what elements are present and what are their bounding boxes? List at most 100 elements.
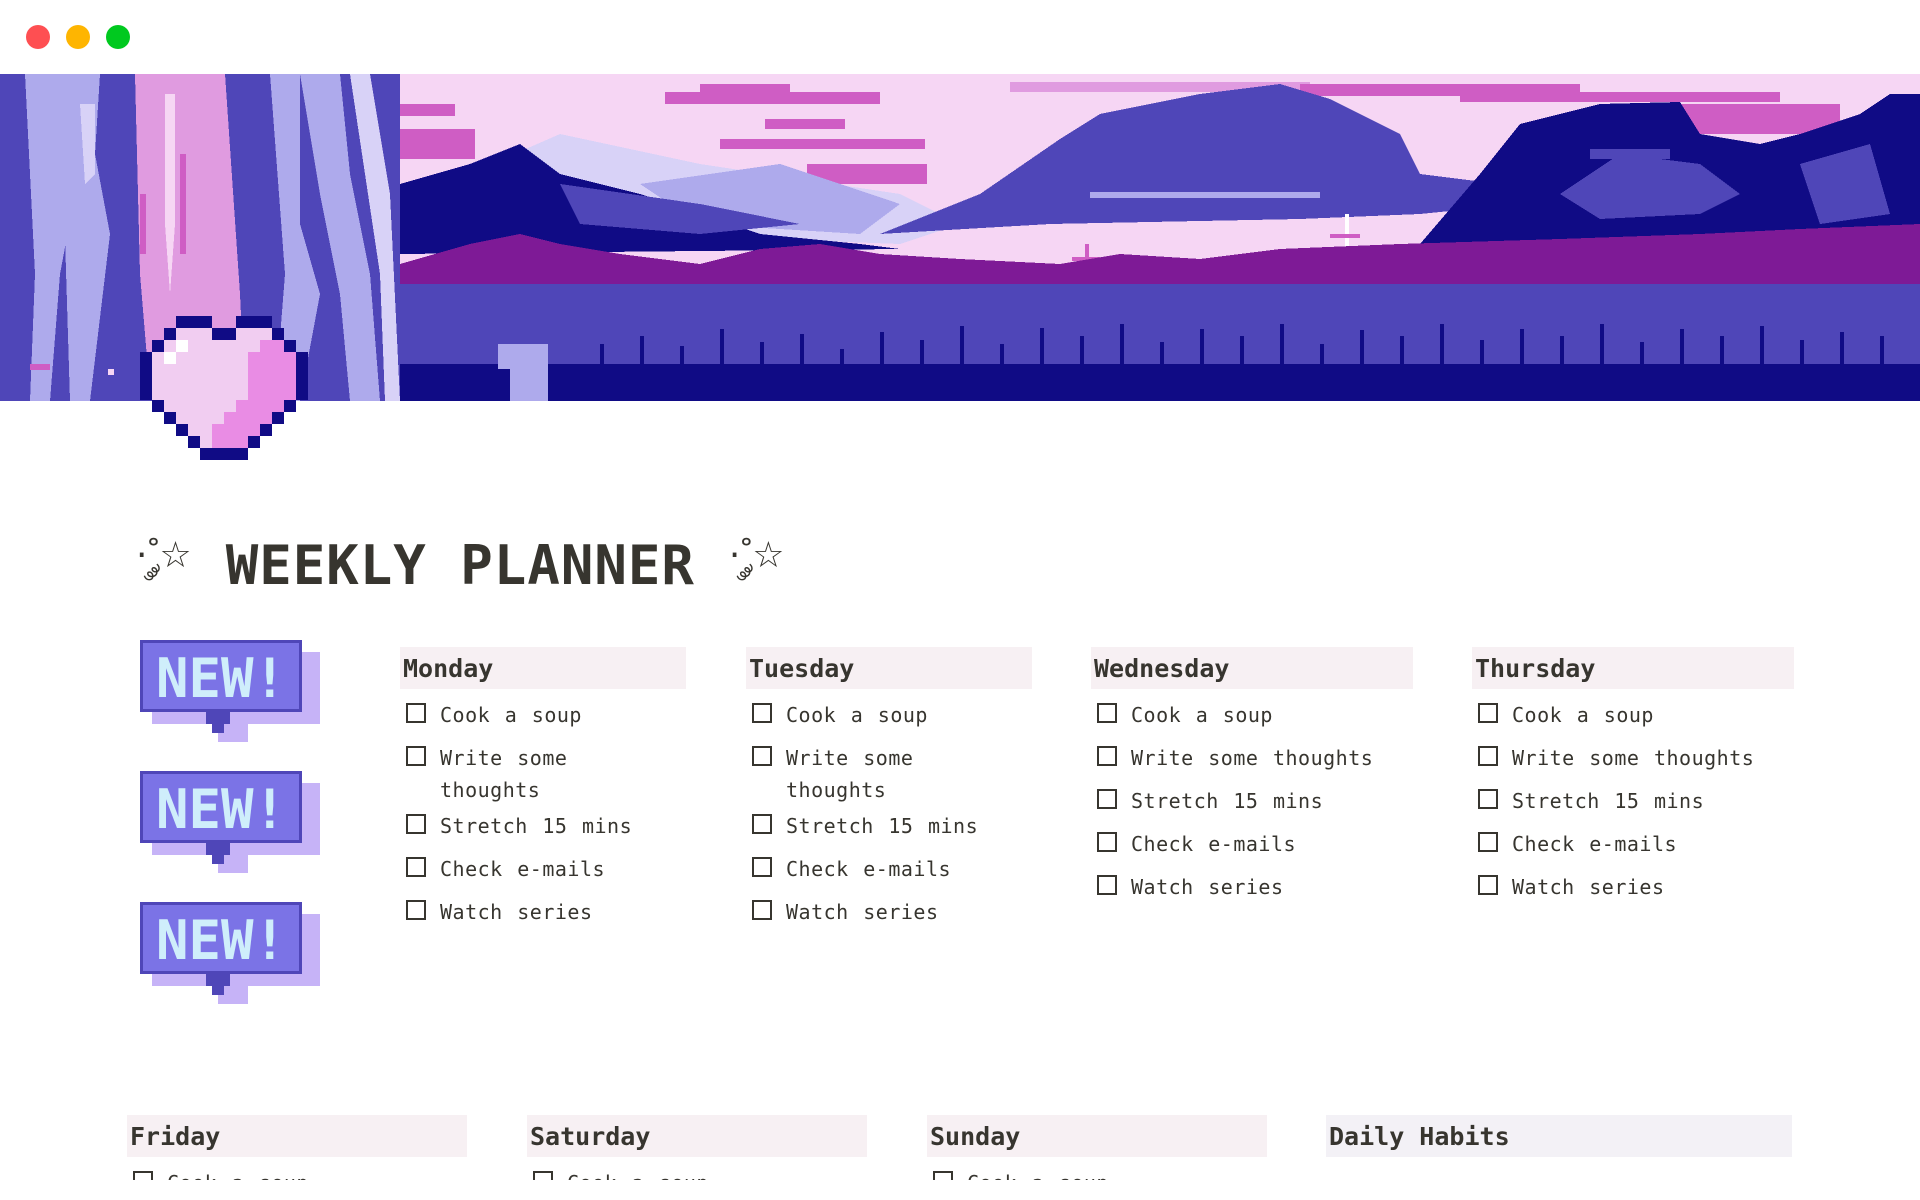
close-window-button[interactable] — [26, 25, 50, 49]
todo-checkbox[interactable] — [1478, 832, 1498, 852]
window-titlebar — [0, 0, 1920, 74]
day-header: Wednesday — [1091, 647, 1413, 689]
day-header: Monday — [400, 647, 686, 689]
day-column-monday: Monday Cook a soup Write some thoughts S… — [400, 647, 686, 935]
day-column-tuesday: Tuesday Cook a soup Write some thoughts … — [746, 647, 1032, 935]
sparkle-star-decoration-icon: ·˚༘☆ — [136, 535, 192, 576]
todo-checkbox[interactable] — [406, 746, 426, 766]
todo-checkbox[interactable] — [1478, 789, 1498, 809]
todo-checkbox[interactable] — [1097, 746, 1117, 766]
todo-label[interactable]: Check e-mails — [786, 853, 951, 885]
todo-label[interactable]: Stretch 15 mins — [1131, 785, 1323, 817]
todo-label[interactable]: Cook a soup — [1512, 699, 1654, 731]
todo-checkbox[interactable] — [752, 703, 772, 723]
todo-label[interactable]: Stretch 15 mins — [1512, 785, 1704, 817]
day-header: Sunday — [927, 1115, 1267, 1157]
day-column-thursday: Thursday Cook a soup Write some thoughts… — [1472, 647, 1794, 910]
todo-checkbox[interactable] — [1478, 875, 1498, 895]
day-heading[interactable]: Saturday — [530, 1122, 650, 1151]
sparkle-star-decoration-icon: ·˚༘☆ — [728, 535, 785, 576]
day-heading[interactable]: Friday — [130, 1122, 220, 1151]
todo-item: Check e-mails — [400, 849, 686, 892]
todo-item: Write some thoughts — [1472, 738, 1794, 781]
day-header: Saturday — [527, 1115, 867, 1157]
todo-label[interactable]: Check e-mails — [440, 853, 605, 885]
maximize-window-button[interactable] — [106, 25, 130, 49]
todo-item: Cook a soup — [746, 695, 1032, 738]
day-heading[interactable]: Tuesday — [749, 654, 854, 683]
todo-label[interactable]: Watch series — [1131, 871, 1284, 903]
todo-list: Cook a soup Write some thoughts Stretch … — [400, 695, 686, 935]
todo-checkbox[interactable] — [1097, 789, 1117, 809]
day-heading[interactable]: Monday — [403, 654, 493, 683]
todo-checkbox[interactable] — [1097, 703, 1117, 723]
day-header: Friday — [127, 1115, 467, 1157]
new-speech-bubble-sticker: NEW! — [140, 640, 320, 742]
todo-item: Stretch 15 mins — [746, 806, 1032, 849]
habits-heading[interactable]: Daily Habits — [1329, 1122, 1510, 1151]
todo-item: Stretch 15 mins — [1091, 781, 1413, 824]
todo-list: Cook a soup Write some thoughts Stretch … — [1472, 695, 1794, 910]
todo-label[interactable]: Watch series — [786, 896, 939, 928]
new-speech-bubble-sticker: NEW! — [140, 902, 320, 1004]
todo-label[interactable]: Write some thoughts — [786, 742, 936, 806]
todo-item: Check e-mails — [1472, 824, 1794, 867]
todo-item: Write some thoughts — [1091, 738, 1413, 781]
todo-checkbox[interactable] — [406, 703, 426, 723]
todo-item: Watch series — [1091, 867, 1413, 910]
todo-item: Cook a soup — [400, 695, 686, 738]
todo-item: Cook a soup — [1091, 695, 1413, 738]
todo-label[interactable]: Cook a soup — [440, 699, 582, 731]
day-heading[interactable]: Wednesday — [1094, 654, 1229, 683]
todo-label[interactable]: Watch series — [440, 896, 593, 928]
todo-label[interactable]: Cook a soup — [786, 699, 928, 731]
todo-label[interactable]: Watch series — [1512, 871, 1665, 903]
todo-item: Watch series — [746, 892, 1032, 935]
todo-item: Write some thoughts — [746, 738, 1032, 806]
page-title-text[interactable]: WEEKLY PLANNER — [226, 534, 695, 597]
todo-item: Cook a soup — [1472, 695, 1794, 738]
day-heading[interactable]: Sunday — [930, 1122, 1020, 1151]
pixel-heart-icon[interactable] — [140, 315, 308, 461]
todo-item: Watch series — [400, 892, 686, 935]
day-header: Tuesday — [746, 647, 1032, 689]
todo-item: Stretch 15 mins — [1472, 781, 1794, 824]
todo-checkbox[interactable] — [752, 857, 772, 877]
todo-checkbox[interactable] — [1097, 875, 1117, 895]
todo-label[interactable]: Stretch 15 mins — [440, 810, 632, 842]
minimize-window-button[interactable] — [66, 25, 90, 49]
todo-checkbox[interactable] — [752, 900, 772, 920]
todo-label[interactable]: Stretch 15 mins — [786, 810, 978, 842]
todo-checkbox[interactable] — [406, 814, 426, 834]
viewport-bottom-edge — [0, 1180, 1920, 1200]
todo-item: Check e-mails — [746, 849, 1032, 892]
todo-checkbox[interactable] — [406, 857, 426, 877]
todo-label[interactable]: Write some thoughts — [1512, 742, 1754, 774]
todo-label[interactable]: Cook a soup — [1131, 699, 1273, 731]
todo-checkbox[interactable] — [406, 900, 426, 920]
todo-checkbox[interactable] — [1478, 746, 1498, 766]
todo-label[interactable]: Check e-mails — [1512, 828, 1677, 860]
habits-header: Daily Habits — [1326, 1115, 1792, 1157]
day-header: Thursday — [1472, 647, 1794, 689]
todo-list: Cook a soup Write some thoughts Stretch … — [746, 695, 1032, 935]
todo-label[interactable]: Write some thoughts — [440, 742, 590, 806]
sticker-text: NEW! — [156, 909, 286, 972]
new-speech-bubble-sticker: NEW! — [140, 771, 320, 873]
todo-checkbox[interactable] — [1097, 832, 1117, 852]
todo-item: Check e-mails — [1091, 824, 1413, 867]
page-title[interactable]: ·˚༘☆ WEEKLY PLANNER ·˚༘☆ — [136, 530, 785, 600]
sticker-text: NEW! — [156, 647, 286, 710]
todo-item: Watch series — [1472, 867, 1794, 910]
day-heading[interactable]: Thursday — [1475, 654, 1595, 683]
todo-checkbox[interactable] — [752, 814, 772, 834]
todo-checkbox[interactable] — [752, 746, 772, 766]
todo-label[interactable]: Write some thoughts — [1131, 742, 1373, 774]
todo-label[interactable]: Check e-mails — [1131, 828, 1296, 860]
todo-item: Stretch 15 mins — [400, 806, 686, 849]
todo-checkbox[interactable] — [1478, 703, 1498, 723]
daily-habits-column: Daily Habits — [1326, 1115, 1792, 1157]
todo-list: Cook a soup Write some thoughts Stretch … — [1091, 695, 1413, 910]
todo-item: Write some thoughts — [400, 738, 686, 806]
sticker-text: NEW! — [156, 778, 286, 841]
